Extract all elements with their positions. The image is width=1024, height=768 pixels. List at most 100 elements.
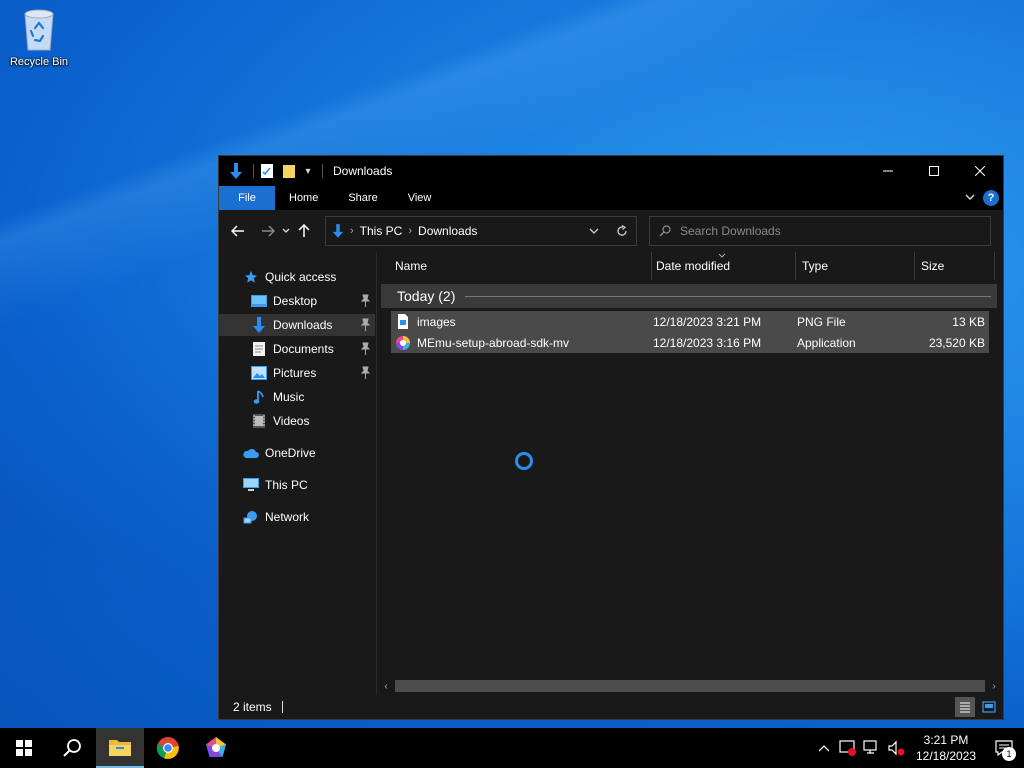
- search-button[interactable]: [48, 728, 96, 768]
- music-icon: [251, 389, 267, 405]
- forward-button[interactable]: [257, 217, 279, 245]
- recycle-bin-desktop-icon[interactable]: Recycle Bin: [6, 6, 72, 76]
- start-button[interactable]: [0, 728, 48, 768]
- nav-videos[interactable]: Videos: [219, 410, 375, 432]
- recycle-bin-label: Recycle Bin: [9, 56, 69, 68]
- search-box[interactable]: [649, 216, 991, 246]
- window-title: Downloads: [333, 164, 393, 178]
- downloads-icon: [251, 317, 267, 333]
- nav-this-pc[interactable]: This PC: [219, 474, 375, 496]
- help-button[interactable]: ?: [983, 190, 999, 206]
- large-icons-view-button[interactable]: [979, 697, 999, 717]
- chevron-down-icon: [589, 228, 599, 234]
- file-row[interactable]: MEmu-setup-abroad-sdk-mv 12/18/2023 3:16…: [391, 332, 989, 353]
- taskbar-clock[interactable]: 3:21 PM 12/18/2023: [908, 732, 984, 764]
- refresh-button[interactable]: [608, 217, 636, 245]
- back-button[interactable]: [227, 217, 249, 245]
- breadcrumb-this-pc[interactable]: This PC: [360, 224, 403, 238]
- nav-documents[interactable]: Documents: [219, 338, 375, 360]
- chrome-icon: [156, 737, 179, 759]
- group-label: Today (2): [397, 288, 456, 304]
- scroll-right-arrow-icon[interactable]: ›: [985, 677, 1003, 695]
- maximize-button[interactable]: [911, 156, 957, 186]
- file-name: MEmu-setup-abroad-sdk-mv: [417, 335, 570, 350]
- breadcrumb-separator-icon[interactable]: ›: [408, 225, 412, 237]
- column-date-modified[interactable]: Date modified: [652, 252, 796, 280]
- pin-icon[interactable]: [359, 366, 371, 380]
- breadcrumb-downloads[interactable]: Downloads: [418, 224, 477, 238]
- nav-network-label: Network: [265, 510, 310, 524]
- minimize-button[interactable]: [865, 156, 911, 186]
- clock-time: 3:21 PM: [923, 733, 969, 747]
- file-row[interactable]: images 12/18/2023 3:21 PM PNG File 13 KB: [391, 311, 989, 332]
- minimize-icon: [883, 170, 893, 172]
- nav-music-label: Music: [273, 390, 305, 404]
- navigation-pane: Quick access Desktop Downloads Documents…: [219, 252, 377, 695]
- network-status-icon[interactable]: [860, 728, 884, 768]
- pin-icon[interactable]: [359, 342, 371, 356]
- address-bar[interactable]: › This PC › Downloads: [325, 216, 637, 246]
- horizontal-scrollbar[interactable]: ‹ ›: [377, 677, 1003, 695]
- system-tray: 3:21 PM 12/18/2023 1: [812, 728, 1024, 768]
- tab-share[interactable]: Share: [333, 186, 392, 210]
- nav-network[interactable]: Network: [219, 506, 375, 528]
- pictures-icon: [251, 365, 267, 381]
- onedrive-cloud-icon: [243, 445, 259, 461]
- view-toggle: [955, 697, 999, 717]
- group-header-today[interactable]: Today (2): [381, 284, 997, 308]
- star-icon: [243, 269, 259, 285]
- up-arrow-icon: [298, 224, 310, 237]
- file-date: 12/18/2023 3:16 PM: [653, 335, 762, 350]
- file-date: 12/18/2023 3:21 PM: [653, 314, 762, 329]
- tab-file[interactable]: File: [219, 186, 275, 210]
- properties-icon[interactable]: [258, 162, 276, 180]
- taskbar-file-explorer[interactable]: [96, 728, 144, 768]
- address-history-button[interactable]: [580, 217, 608, 245]
- show-hidden-icons-chevron-icon[interactable]: [812, 728, 836, 768]
- recent-locations-button[interactable]: [279, 217, 293, 245]
- action-center-button[interactable]: 1: [984, 728, 1024, 768]
- breadcrumb-separator-icon[interactable]: ›: [350, 225, 354, 237]
- nav-onedrive[interactable]: OneDrive: [219, 442, 375, 464]
- column-name[interactable]: Name: [377, 252, 652, 280]
- nav-desktop[interactable]: Desktop: [219, 290, 375, 312]
- file-name: images: [417, 314, 456, 329]
- title-bar[interactable]: ▾ Downloads: [219, 156, 1003, 186]
- volume-muted-icon[interactable]: [884, 728, 908, 768]
- nav-downloads[interactable]: Downloads: [219, 314, 375, 336]
- taskbar-chrome[interactable]: [144, 728, 192, 768]
- documents-icon: [251, 341, 267, 357]
- tab-home[interactable]: Home: [275, 186, 333, 210]
- explorer-body: Quick access Desktop Downloads Documents…: [219, 252, 1003, 695]
- file-type: Application: [797, 335, 856, 350]
- details-view-button[interactable]: [955, 697, 975, 717]
- new-folder-icon[interactable]: [280, 162, 298, 180]
- item-count: 2 items: [233, 700, 272, 714]
- column-type[interactable]: Type: [796, 252, 915, 280]
- status-divider: [281, 701, 283, 713]
- expand-ribbon-chevron-icon[interactable]: [965, 192, 975, 204]
- close-button[interactable]: [957, 156, 1003, 186]
- taskbar-memu[interactable]: [192, 728, 240, 768]
- pin-icon[interactable]: [359, 318, 371, 332]
- window-controls: [865, 156, 1003, 186]
- refresh-icon: [617, 225, 627, 236]
- security-alert-icon[interactable]: [836, 728, 860, 768]
- up-button[interactable]: [293, 217, 315, 245]
- group-divider: [465, 295, 991, 297]
- nav-onedrive-label: OneDrive: [265, 446, 316, 460]
- navigation-bar: › This PC › Downloads: [219, 210, 1003, 252]
- scrollbar-thumb[interactable]: [395, 680, 985, 692]
- file-list: Name Date modified Type Size Today (2) i…: [377, 252, 1003, 695]
- customize-toolbar-chevron-icon[interactable]: ▾: [302, 162, 314, 180]
- tab-view[interactable]: View: [393, 186, 447, 210]
- nav-music[interactable]: Music: [219, 386, 375, 408]
- desktop-folder-icon: [251, 293, 267, 309]
- column-size[interactable]: Size: [915, 252, 995, 280]
- scroll-left-arrow-icon[interactable]: ‹: [377, 677, 395, 695]
- pin-icon[interactable]: [359, 294, 371, 308]
- toolbar-divider: [253, 164, 254, 178]
- search-input[interactable]: [680, 224, 970, 238]
- nav-quick-access[interactable]: Quick access: [219, 266, 375, 288]
- nav-pictures[interactable]: Pictures: [219, 362, 375, 384]
